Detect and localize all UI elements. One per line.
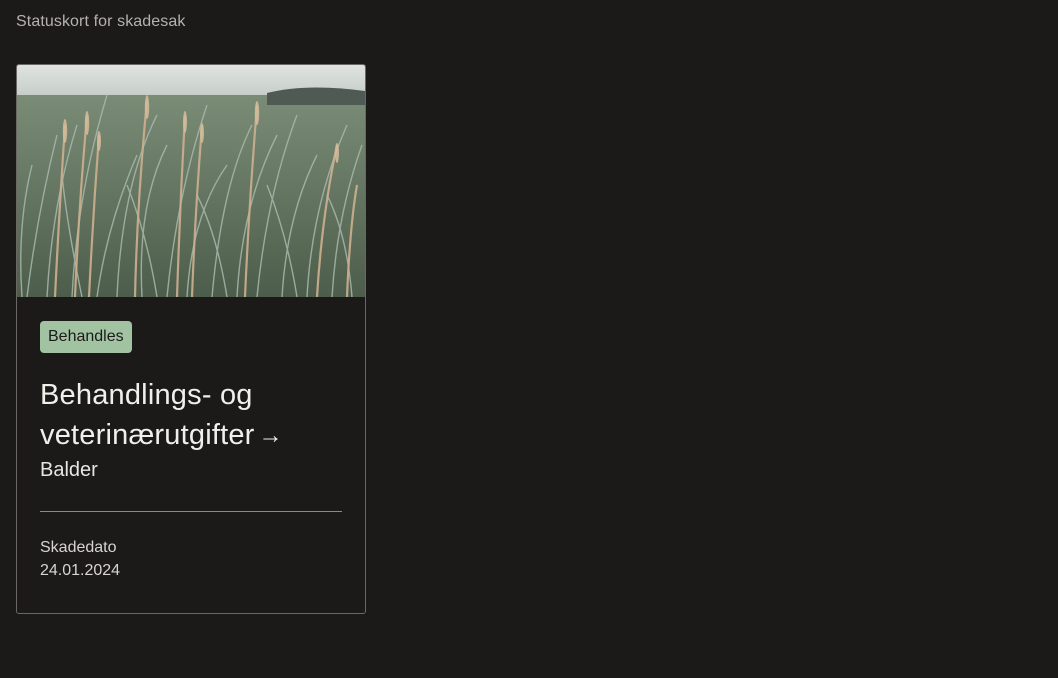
arrow-right-icon: →: [258, 422, 283, 449]
injury-date-value: 24.01.2024: [40, 562, 121, 579]
divider: [40, 511, 342, 512]
card-title-link[interactable]: Behandlings- og veterinærutgifter →: [40, 375, 342, 456]
card-body: Behandles Behandlings- og veterinærutgif…: [40, 321, 342, 583]
page-heading: Statuskort for skadesak: [16, 13, 186, 30]
card-image: [17, 65, 365, 297]
status-badge: Behandles: [40, 321, 132, 353]
claim-status-card[interactable]: Behandles Behandlings- og veterinærutgif…: [16, 64, 366, 614]
card-title-line1: Behandlings- og: [40, 379, 253, 411]
injury-date-label: Skadedato: [40, 539, 117, 556]
card-title-line2: veterinærutgifter: [40, 419, 255, 451]
pet-name: Balder: [40, 459, 98, 481]
